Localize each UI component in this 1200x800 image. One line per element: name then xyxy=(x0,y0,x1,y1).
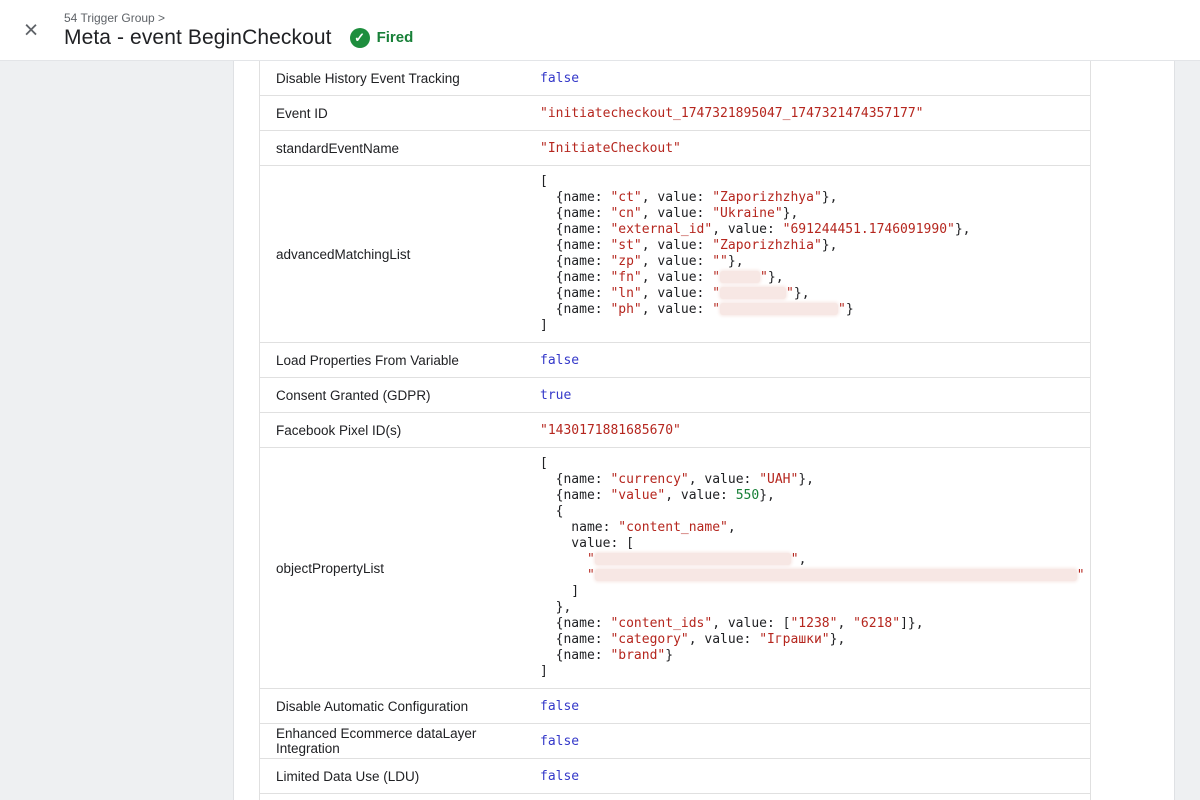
property-row: Enhanced Ecommerce dataLayer Integration… xyxy=(260,724,1090,759)
property-row: Limited Data Use (LDU)false xyxy=(260,759,1090,794)
property-row: objectPropertyList[ {name: "currency", v… xyxy=(260,448,1090,689)
property-row: Event ID"initiatecheckout_1747321895047_… xyxy=(260,96,1090,131)
redacted-value xyxy=(720,271,760,283)
breadcrumb[interactable]: 54 Trigger Group > xyxy=(64,11,413,25)
close-icon[interactable]: × xyxy=(18,18,44,44)
property-value: false xyxy=(540,734,1090,749)
property-value: "initiatecheckout_1747321895047_17473214… xyxy=(540,106,1090,121)
fired-status-badge: ✓ Fired xyxy=(350,28,414,48)
check-circle-icon: ✓ xyxy=(350,28,370,48)
property-value: false xyxy=(540,353,1090,368)
property-label: Limited Data Use (LDU) xyxy=(260,769,540,784)
property-label: Event ID xyxy=(260,106,540,121)
property-value: [ {name: "ct", value: "Zaporizhzhya"}, {… xyxy=(540,170,1090,338)
property-row: advancedMatchingList[ {name: "ct", value… xyxy=(260,166,1090,343)
property-value: false xyxy=(540,769,1090,784)
property-label: Disable Automatic Configuration xyxy=(260,699,540,714)
property-label: Disable History Event Tracking xyxy=(260,71,540,86)
redacted-value xyxy=(720,287,786,299)
fired-status-label: Fired xyxy=(377,29,414,46)
tag-details-card: Disable History Event TrackingfalseEvent… xyxy=(234,61,1175,800)
redacted-value xyxy=(595,553,791,565)
property-row: Disable History Event Trackingfalse xyxy=(260,61,1090,96)
property-row: standardEventName"InitiateCheckout" xyxy=(260,131,1090,166)
property-row: Facebook Pixel ID(s)"1430171881685670" xyxy=(260,413,1090,448)
property-value: true xyxy=(540,388,1090,403)
dialog-body: Disable History Event TrackingfalseEvent… xyxy=(0,61,1200,800)
property-row: Consent Granted (GDPR)true xyxy=(260,378,1090,413)
property-label: Facebook Pixel ID(s) xyxy=(260,423,540,438)
property-label: Load Properties From Variable xyxy=(260,353,540,368)
title-block: 54 Trigger Group > Meta - event BeginChe… xyxy=(64,11,413,50)
property-value: false xyxy=(540,699,1090,714)
property-row: Load Properties From Variablefalse xyxy=(260,343,1090,378)
page-title: Meta - event BeginCheckout xyxy=(64,26,332,50)
property-row: Event Name"standard" xyxy=(260,794,1090,800)
redacted-value xyxy=(595,569,1077,581)
property-label: standardEventName xyxy=(260,141,540,156)
app-root: × 54 Trigger Group > Meta - event BeginC… xyxy=(0,0,1200,800)
property-label: advancedMatchingList xyxy=(260,247,540,262)
property-label: objectPropertyList xyxy=(260,561,540,576)
property-value: "InitiateCheckout" xyxy=(540,141,1090,156)
property-row: Disable Automatic Configurationfalse xyxy=(260,689,1090,724)
redacted-value xyxy=(720,303,838,315)
right-gutter xyxy=(1175,61,1200,800)
properties-table: Disable History Event TrackingfalseEvent… xyxy=(259,61,1091,800)
left-panel xyxy=(0,61,234,800)
dialog-header: × 54 Trigger Group > Meta - event BeginC… xyxy=(0,0,1200,61)
property-value: false xyxy=(540,71,1090,86)
property-value: [ {name: "currency", value: "UAH"}, {nam… xyxy=(540,452,1090,684)
property-value: "1430171881685670" xyxy=(540,423,1090,438)
property-label: Consent Granted (GDPR) xyxy=(260,388,540,403)
property-label: Enhanced Ecommerce dataLayer Integration xyxy=(260,726,540,756)
